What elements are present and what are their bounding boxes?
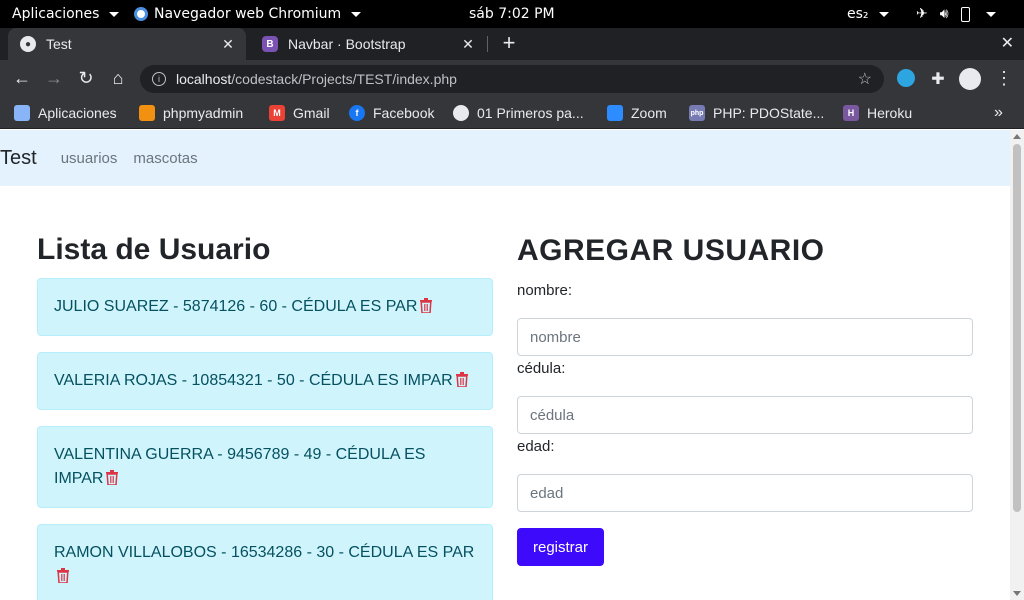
bookmark-label: 01 Primeros pa... <box>477 105 584 121</box>
trash-icon[interactable] <box>106 470 119 485</box>
app-menu[interactable]: Navegador web Chromium <box>134 0 362 28</box>
tab-title: Test <box>46 36 72 52</box>
tab-test[interactable]: ● Test ✕ <box>8 28 246 60</box>
tab-separator <box>487 36 488 52</box>
bookmark-gmail[interactable]: M Gmail <box>269 97 330 129</box>
system-top-bar: Aplicaciones Navegador web Chromium sáb … <box>0 0 1024 28</box>
menu-kebab-icon[interactable]: ⋮ <box>990 60 1018 97</box>
navbar-brand[interactable]: Test <box>0 147 37 170</box>
chevron-down-icon <box>985 11 996 17</box>
form-title: AGREGAR USUARIO <box>517 234 825 267</box>
bootstrap-icon: B <box>262 36 278 52</box>
bookmark-label: Aplicaciones <box>38 105 117 121</box>
telegram-icon[interactable] <box>897 69 915 87</box>
apps-grid-icon <box>14 105 30 121</box>
bookmark-label: PHP: PDOState... <box>713 105 825 121</box>
forward-button[interactable]: → <box>40 60 68 97</box>
facebook-icon: f <box>349 105 365 121</box>
bookmark-zoom[interactable]: Zoom <box>607 97 667 129</box>
bookmark-label: Zoom <box>631 105 667 121</box>
name-input[interactable] <box>517 318 973 356</box>
page-scrollbar[interactable] <box>1010 130 1024 600</box>
close-tab-icon[interactable]: ✕ <box>218 36 238 53</box>
battery-icon <box>960 6 970 22</box>
bookmark-label: Heroku <box>867 105 913 121</box>
scroll-up-icon[interactable] <box>1013 134 1021 139</box>
bookmarks-overflow-icon[interactable]: » <box>994 97 1003 129</box>
keyboard-layout[interactable]: es₂ <box>847 0 889 28</box>
bookmark-facebook[interactable]: f Facebook <box>349 97 434 129</box>
url-path: /codestack/Projects/TEST/index.php <box>231 71 457 87</box>
reload-button[interactable]: ↻ <box>72 60 100 97</box>
bookmark-label: Gmail <box>293 105 330 121</box>
tab-navbar-bootstrap[interactable]: B Navbar · Bootstrap ✕ <box>250 28 486 60</box>
nav-link-usuarios[interactable]: usuarios <box>61 150 118 167</box>
airplane-icon: ✈ <box>916 6 928 22</box>
trash-icon[interactable] <box>57 568 69 583</box>
user-text: RAMON VILLALOBOS - 16534286 - 30 - CÉDUL… <box>54 544 475 561</box>
clock[interactable]: sáb 7:02 PM <box>469 0 555 28</box>
scrollbar-thumb[interactable] <box>1013 144 1021 512</box>
page-viewport: Test usuarios mascotas Lista de Usuario … <box>0 130 1024 600</box>
user-list-item: RAMON VILLALOBOS - 16534286 - 30 - CÉDUL… <box>37 524 493 600</box>
apps-menu-label: Aplicaciones <box>12 6 100 22</box>
browser-toolbar: ← → ↻ ⌂ i localhost/codestack/Projects/T… <box>0 60 1024 97</box>
register-button[interactable]: registrar <box>517 528 604 566</box>
trash-icon[interactable] <box>455 372 468 387</box>
heroku-icon: H <box>843 105 859 121</box>
bookmark-heroku[interactable]: H Heroku <box>843 97 912 129</box>
zoom-icon <box>607 105 623 121</box>
url-host: localhost <box>176 71 232 87</box>
chromium-icon <box>134 7 148 21</box>
window-close-icon[interactable]: ✕ <box>1001 28 1014 60</box>
chevron-down-icon <box>351 11 362 17</box>
nav-link-mascotas[interactable]: mascotas <box>133 150 197 167</box>
address-bar[interactable]: i localhost/codestack/Projects/TEST/inde… <box>140 65 884 93</box>
age-label: edad: <box>517 438 555 455</box>
close-tab-icon[interactable]: ✕ <box>458 36 478 53</box>
chevron-down-icon <box>109 11 120 17</box>
app-menu-label: Navegador web Chromium <box>154 6 342 22</box>
gmail-icon: M <box>269 105 285 121</box>
user-list-item: VALERIA ROJAS - 10854321 - 50 - CÉDULA E… <box>37 352 493 410</box>
volume-icon: 🔊︎ <box>939 6 949 22</box>
php-icon: php <box>689 105 705 121</box>
clock-label: sáb 7:02 PM <box>469 6 555 22</box>
back-button[interactable]: ← <box>8 60 36 97</box>
bookmarks-bar: Aplicaciones phpmyadmin M Gmail f Facebook… <box>0 97 1024 129</box>
age-input[interactable] <box>517 474 973 512</box>
cedula-input[interactable] <box>517 396 973 434</box>
user-text: VALERIA ROJAS - 10854321 - 50 - CÉDULA E… <box>54 372 453 389</box>
tab-strip: ● Test ✕ B Navbar · Bootstrap ✕ + ✕ <box>0 28 1024 60</box>
tab-title: Navbar · Bootstrap <box>288 36 406 52</box>
extensions-puzzle-icon[interactable]: ✚ <box>924 60 952 97</box>
trash-icon[interactable] <box>420 298 433 313</box>
profile-avatar-icon[interactable] <box>959 68 981 90</box>
keyboard-layout-label: es₂ <box>847 6 869 22</box>
bookmark-phpmyadmin[interactable]: phpmyadmin <box>139 97 243 129</box>
user-list-title: Lista de Usuario <box>37 233 271 266</box>
phpmyadmin-icon <box>139 105 155 121</box>
name-label: nombre: <box>517 282 573 299</box>
user-list-item: VALENTINA GUERRA - 9456789 - 49 - CÉDULA… <box>37 426 493 508</box>
bookmark-php-pdostatement[interactable]: php PHP: PDOState... <box>689 97 824 129</box>
bookmark-primeros-pasos[interactable]: 01 Primeros pa... <box>453 97 584 129</box>
scroll-down-icon[interactable] <box>1013 591 1021 596</box>
cedula-label: cédula: <box>517 360 566 377</box>
site-navbar: Test usuarios mascotas <box>0 130 1010 186</box>
home-button[interactable]: ⌂ <box>104 60 132 97</box>
activities-apps-menu[interactable]: Aplicaciones <box>12 0 120 28</box>
bookmark-label: Facebook <box>373 105 435 121</box>
globe-icon: ● <box>20 36 36 52</box>
system-status-menu[interactable]: ✈ 🔊︎ <box>916 0 996 28</box>
bookmark-label: phpmyadmin <box>163 105 244 121</box>
bookmark-star-icon[interactable]: ☆ <box>858 69 872 89</box>
new-tab-button[interactable]: + <box>498 28 520 60</box>
user-list-item: JULIO SUAREZ - 5874126 - 60 - CÉDULA ES … <box>37 278 493 336</box>
info-icon[interactable]: i <box>152 72 166 86</box>
bookmark-aplicaciones[interactable]: Aplicaciones <box>14 97 117 129</box>
globe-icon <box>453 105 469 121</box>
chevron-down-icon <box>878 11 889 17</box>
user-text: JULIO SUAREZ - 5874126 - 60 - CÉDULA ES … <box>54 298 418 315</box>
